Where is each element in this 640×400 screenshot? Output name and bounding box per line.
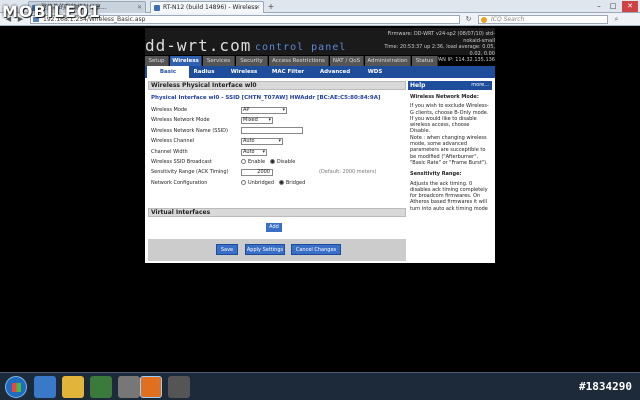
firmware-text: Firmware: DD-WRT v24-sp2 (08/07/10) std-… — [387, 31, 495, 44]
screen: 登錄為的動物統計分享... ✕ RT-N12 (build 14896) - W… — [0, 0, 640, 400]
windows-logo-icon — [12, 383, 21, 392]
unbridged-label: Unbridged — [248, 179, 275, 186]
tab-services[interactable]: Services — [203, 56, 235, 66]
explorer-icon[interactable] — [62, 376, 84, 398]
sensitivity-hint: (Default: 2000 meters) — [319, 169, 377, 176]
maximize-button[interactable]: □ — [606, 1, 620, 12]
wireless-mode-select[interactable]: AP — [241, 107, 287, 114]
sensitivity-label: Sensitivity Range (ACK Timing) — [151, 169, 229, 176]
help-text-mode: If you wish to exclude Wireless-G client… — [410, 103, 489, 135]
ssid-broadcast-label: Wireless SSID Broadcast — [151, 158, 212, 165]
broadcast-enable-radio[interactable] — [241, 158, 246, 164]
unbridged-radio[interactable] — [241, 179, 246, 185]
settings-form: Wireless Physical Interface wl0 Physical… — [148, 81, 406, 187]
search-icon[interactable]: ⌕ — [612, 15, 621, 24]
reload-icon[interactable]: ↻ — [464, 15, 473, 24]
watermark-logo: MOBILE01 — [2, 2, 102, 21]
disable-label: Disable — [276, 158, 296, 165]
subtab-wds[interactable]: WDS — [365, 66, 385, 78]
ssid-input[interactable] — [241, 126, 303, 134]
channel-width-select[interactable]: Auto — [241, 148, 267, 156]
help-header: Help more... — [408, 81, 492, 90]
add-interface-button[interactable]: Add — [266, 223, 282, 232]
help-body: Wireless Network Mode: If you wish to ex… — [408, 90, 492, 216]
search-placeholder: ICQ Search — [491, 16, 525, 23]
app-icon[interactable] — [118, 376, 140, 398]
help-panel: Help more... Wireless Network Mode: If y… — [408, 81, 492, 216]
tab-access-restrictions[interactable]: Access Restrictions — [269, 56, 329, 66]
taskbar: #1834290 — [0, 372, 640, 400]
channel-label: Wireless Channel — [151, 138, 195, 145]
settings-panel: Wireless Physical Interface wl0 Physical… — [145, 78, 495, 263]
subtab-radius[interactable]: Radius — [191, 66, 217, 78]
apply-settings-button[interactable]: Apply Settings — [245, 244, 285, 255]
subtab-advanced-settings[interactable]: Advanced Settings — [307, 66, 363, 87]
new-tab-button[interactable]: + — [266, 2, 276, 12]
ie-icon[interactable] — [34, 376, 56, 398]
section-header: Wireless Physical Interface wl0 — [148, 81, 406, 90]
sub-tabs: Basic Settings Radius Wireless Security … — [145, 66, 495, 87]
row-ssid: Wireless Network Name (SSID) — [148, 126, 406, 135]
ddwrt-logo: dd-wrt.com — [145, 36, 252, 55]
firefox-icon[interactable] — [140, 376, 162, 398]
wireless-mode-label: Wireless Mode — [151, 107, 188, 113]
row-channel: Wireless Channel Auto — [148, 137, 406, 146]
row-sensitivity: Sensitivity Range (ACK Timing) 2000 (Def… — [148, 168, 406, 177]
channel-width-label: Channel Width — [151, 148, 188, 155]
search-box[interactable]: ICQ Search — [478, 15, 608, 24]
bridged-radio[interactable] — [278, 179, 284, 185]
broadcast-disable-radio[interactable] — [269, 158, 275, 164]
help-title: Help — [410, 82, 426, 89]
tab-administration[interactable]: Administration — [365, 56, 411, 66]
cancel-changes-button[interactable]: Cancel Changes — [291, 244, 341, 255]
help-text-sensitivity: Adjusts the ack timing. 0 disables ack t… — [410, 180, 488, 212]
subtab-wireless-security[interactable]: Wireless Security — [219, 66, 269, 87]
tab-nat-qos[interactable]: NAT / QoS — [330, 56, 364, 66]
tab-close-icon[interactable]: ✕ — [255, 2, 260, 13]
network-mode-label: Wireless Network Mode — [151, 117, 210, 124]
row-channel-width: Channel Width Auto — [148, 148, 406, 156]
save-button[interactable]: Save — [216, 244, 238, 255]
minimize-button[interactable]: – — [592, 1, 606, 12]
close-window-button[interactable]: ✕ — [622, 1, 638, 12]
watermark-id: #1834290 — [579, 380, 632, 393]
interface-title: Physical Interface wl0 - SSID [CHTN_T07A… — [151, 95, 381, 101]
tab-label: RT-N12 (build 14896) - Wireless — [163, 4, 258, 11]
sensitivity-input[interactable]: 2000 — [241, 169, 273, 177]
browser-tab-2[interactable]: RT-N12 (build 14896) - Wireless ✕ — [150, 1, 264, 13]
row-network-config: Network Configuration Unbridged Bridged — [148, 179, 406, 187]
tab-security[interactable]: Security — [236, 56, 268, 66]
tab-wireless[interactable]: Wireless — [170, 56, 202, 66]
row-network-mode: Wireless Network Mode Mixed — [148, 116, 406, 125]
virtual-interfaces-header: Virtual Interfaces — [148, 208, 406, 217]
enable-label: Enable — [248, 158, 266, 165]
row-ssid-broadcast: Wireless SSID Broadcast Enable Disable — [148, 158, 406, 166]
media-player-icon[interactable] — [90, 376, 112, 398]
main-tabs: Setup Wireless Services Security Access … — [145, 56, 495, 66]
help-note: Note : when changing wireless mode, some… — [410, 134, 488, 166]
help-more-link[interactable]: more... — [471, 81, 489, 90]
icq-icon — [481, 17, 487, 23]
bridged-label: Bridged — [285, 179, 306, 186]
help-topic-sensitivity: Sensitivity Range: — [410, 171, 462, 178]
network-mode-select[interactable]: Mixed — [241, 117, 273, 125]
virtual-interfaces-section: Virtual Interfaces — [148, 208, 406, 217]
subtab-basic-settings[interactable]: Basic Settings — [147, 66, 189, 87]
ssid-label: Wireless Network Name (SSID) — [151, 127, 228, 134]
action-bar: Save Apply Settings Cancel Changes — [148, 239, 406, 261]
site-favicon-icon — [154, 5, 160, 11]
network-config-label: Network Configuration — [151, 179, 208, 186]
help-topic-mode: Wireless Network Mode: — [410, 94, 479, 100]
start-button[interactable] — [5, 376, 27, 398]
tab-setup[interactable]: Setup — [145, 56, 169, 66]
row-wireless-mode: Wireless Mode AP — [148, 106, 406, 114]
channel-select[interactable]: Auto — [241, 138, 283, 146]
ddwrt-subtitle: control panel — [255, 42, 347, 53]
tab-status[interactable]: Status — [412, 56, 438, 66]
subtab-mac-filter[interactable]: MAC Filter — [271, 66, 305, 78]
window-icon[interactable] — [168, 376, 190, 398]
